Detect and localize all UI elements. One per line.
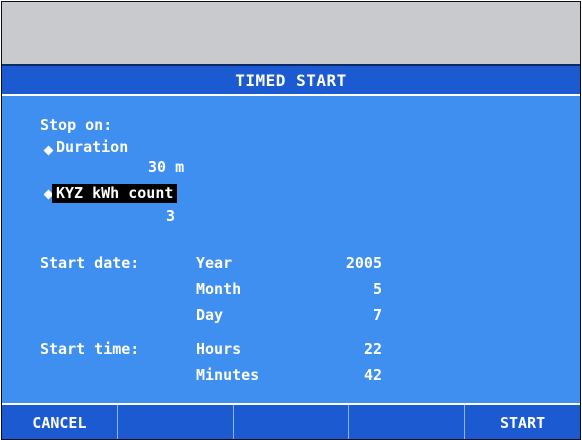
softkey-3[interactable] — [232, 405, 349, 439]
year-value[interactable]: 2005 — [322, 254, 382, 272]
stop-on-label: Stop on: — [40, 116, 113, 134]
start-time-label: Start time: — [40, 340, 140, 358]
radio-bullet-duration — [43, 145, 54, 156]
device-screen: TIMED START Stop on: Duration 30 m KYZ k… — [1, 1, 581, 440]
dialog-title-bar: TIMED START — [2, 66, 580, 96]
kyz-count-value[interactable]: 3 — [166, 207, 175, 225]
start-date-label: Start date: — [40, 254, 140, 272]
hours-label: Hours — [196, 340, 242, 358]
hours-value[interactable]: 22 — [322, 340, 382, 358]
option-duration[interactable]: Duration — [56, 138, 128, 156]
minutes-value[interactable]: 42 — [322, 366, 382, 384]
option-kyz-kwh-count[interactable]: KYZ kWh count — [52, 184, 178, 203]
day-label: Day — [196, 306, 224, 324]
softkey-bar: CANCEL START — [2, 403, 580, 439]
minutes-label: Minutes — [196, 366, 260, 384]
month-label: Month — [196, 280, 242, 298]
year-label: Year — [196, 254, 233, 272]
dialog-content: Stop on: Duration 30 m KYZ kWh count 3 S… — [2, 96, 580, 402]
day-value[interactable]: 7 — [322, 306, 382, 324]
duration-value[interactable]: 30 m — [148, 158, 184, 176]
top-status-panel — [2, 2, 580, 66]
softkey-4[interactable] — [348, 405, 464, 439]
cancel-button[interactable]: CANCEL — [2, 405, 117, 439]
softkey-2[interactable] — [116, 405, 233, 439]
month-value[interactable]: 5 — [322, 280, 382, 298]
dialog-title: TIMED START — [235, 70, 347, 90]
start-button[interactable]: START — [464, 405, 580, 439]
